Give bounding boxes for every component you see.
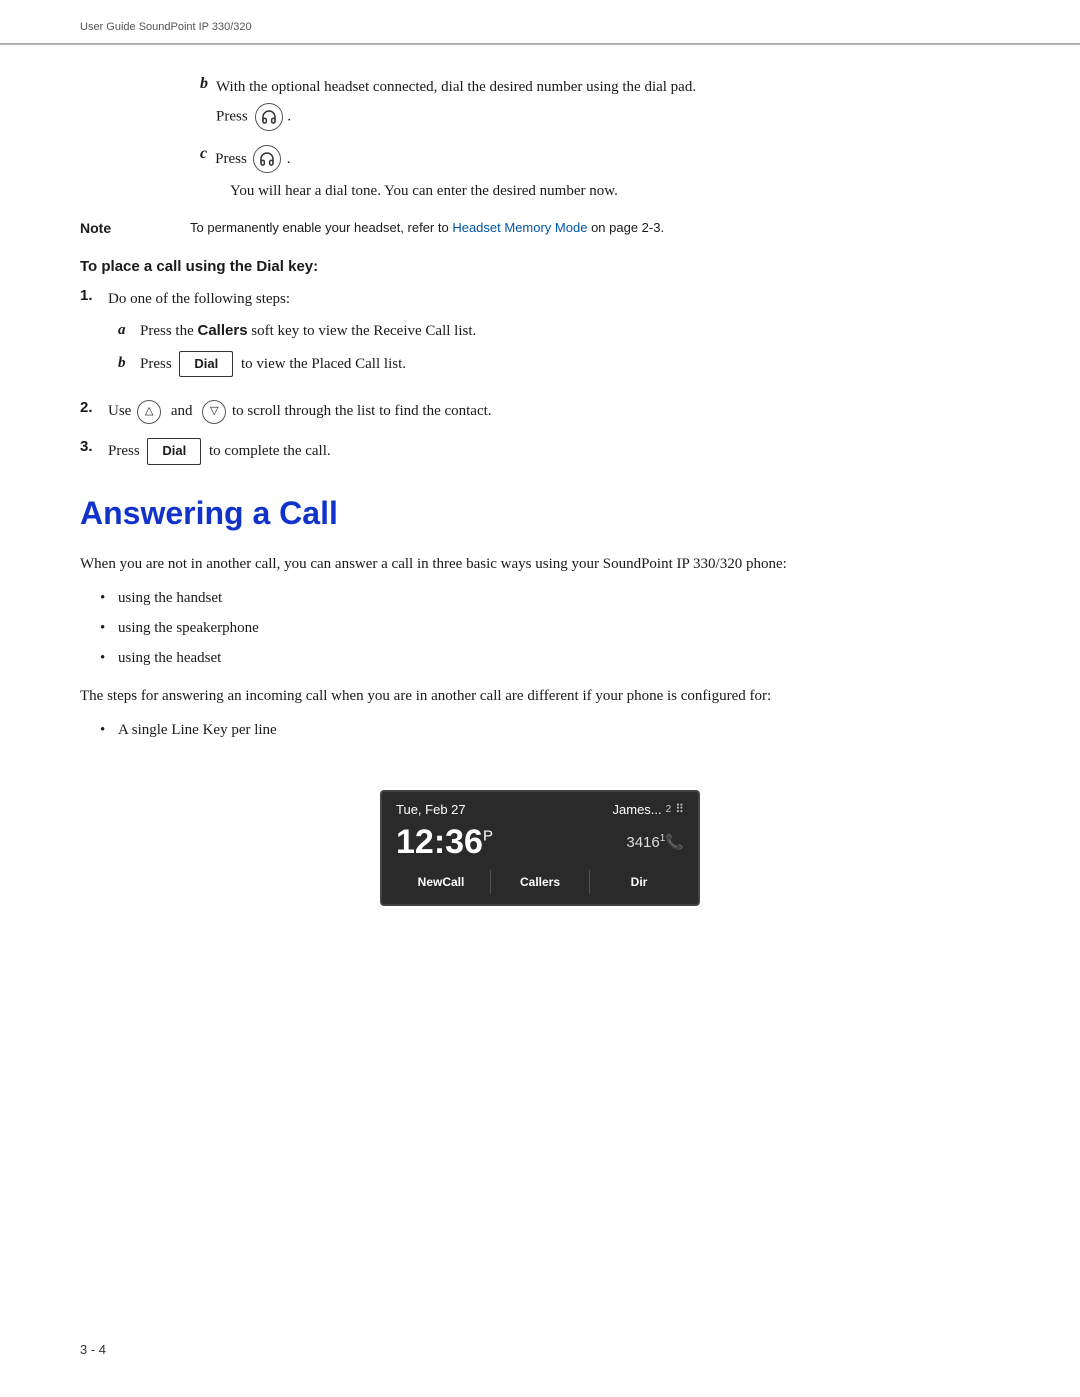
step-b-text: With the optional headset connected, dia… (216, 79, 696, 95)
bullet-list-2: A single Line Key per line (100, 718, 1000, 742)
alpha-content-a: Press the Callers soft key to view the R… (140, 319, 1000, 343)
step-body-3: Press Dial to complete the call. (108, 438, 1000, 465)
note-text-before: To permanently enable your headset, refe… (190, 220, 452, 235)
display-name: James... (613, 802, 662, 817)
header-bar: User Guide SoundPoint IP 330/320 (0, 0, 1080, 44)
note-row: Note To permanently enable your headset,… (80, 218, 1000, 238)
display-dots: ⠿ (675, 802, 684, 816)
page-container: User Guide SoundPoint IP 330/320 b With … (0, 0, 1080, 1397)
phone-display-wrap: Tue, Feb 27 James... 2 ⠿ 12:36P 34161📞 N… (80, 766, 1000, 906)
display-date: Tue, Feb 27 (396, 802, 466, 817)
step-b-content: With the optional headset connected, dia… (216, 75, 1000, 135)
alpha-label-a: a (118, 322, 140, 339)
and-text: and (171, 403, 193, 419)
headset-memory-mode-link[interactable]: Headset Memory Mode (452, 220, 587, 235)
main-content: b With the optional headset connected, d… (0, 45, 1080, 996)
step-body-1: Do one of the following steps: a Press t… (108, 287, 1000, 386)
bullet-item-speakerphone: using the speakerphone (100, 616, 1000, 640)
step-body-2: Use △ and ▽ to scroll through the list t… (108, 399, 1000, 424)
note-label: Note (80, 218, 170, 236)
bullet-list-1: using the handset using the speakerphone… (100, 586, 1000, 670)
display-name-area: James... 2 ⠿ (613, 802, 684, 817)
dial-key-subheading: To place a call using the Dial key: (80, 258, 1000, 275)
display-top-row: Tue, Feb 27 James... 2 ⠿ (392, 800, 688, 819)
steps-text: The steps for answering an incoming call… (80, 684, 1000, 708)
alpha-content-b: Press Dial to view the Placed Call list. (140, 351, 1000, 378)
display-name-super: 2 (666, 804, 672, 815)
numbered-step-1: 1. Do one of the following steps: a Pres… (80, 287, 1000, 386)
step-1-text: Do one of the following steps: (108, 287, 1000, 311)
phone-display: Tue, Feb 27 James... 2 ⠿ 12:36P 34161📞 N… (380, 790, 700, 906)
softkey-dir[interactable]: Dir (590, 870, 688, 894)
page-footer: 3 - 4 (80, 1342, 106, 1357)
step-num-1: 1. (80, 287, 108, 304)
step-b-letter: b (200, 75, 208, 93)
softkey-callers[interactable]: Callers (491, 870, 590, 894)
display-time: 12:36P (396, 823, 493, 862)
headset-icon-b (255, 103, 283, 131)
step-num-3: 3. (80, 438, 108, 455)
dial-button-placed: Dial (179, 351, 233, 378)
display-softkeys: NewCall Callers Dir (392, 870, 688, 894)
step-c-press-label: Press (215, 147, 247, 171)
step-b-block: b With the optional headset connected, d… (200, 75, 1000, 200)
display-ext: 34161📞 (626, 833, 684, 851)
step-b-period: . (287, 108, 291, 124)
step-b-press-label: Press (216, 108, 251, 124)
note-text: To permanently enable your headset, refe… (190, 218, 1000, 238)
step-c-row: c Press . (200, 145, 1000, 173)
step-c-press-inline: Press . (215, 145, 290, 173)
dial-button-complete: Dial (147, 438, 201, 465)
note-text-after: on page 2-3. (587, 220, 664, 235)
step-c-letter: c (200, 145, 207, 163)
alpha-label-b: b (118, 355, 140, 372)
step-c-period: . (287, 147, 291, 171)
bullet-item-line-key: A single Line Key per line (100, 718, 1000, 742)
callers-bold: Callers (198, 322, 248, 339)
bullet-item-headset: using the headset (100, 646, 1000, 670)
section-title: Answering a Call (80, 495, 1000, 532)
header-label: User Guide SoundPoint IP 330/320 (80, 21, 252, 33)
display-time-row: 12:36P 34161📞 (392, 821, 688, 864)
display-ext-super: 1 (660, 833, 666, 844)
display-pm: P (483, 827, 493, 844)
headset-icon-c (253, 145, 281, 173)
page-number: 3 - 4 (80, 1342, 106, 1357)
alpha-step-a: a Press the Callers soft key to view the… (118, 319, 1000, 343)
down-arrow-icon: ▽ (202, 400, 226, 424)
step-num-2: 2. (80, 399, 108, 416)
softkey-newcall[interactable]: NewCall (392, 870, 491, 894)
step-b-press-row: Press . (216, 103, 1000, 131)
intro-text: When you are not in another call, you ca… (80, 552, 1000, 576)
step-c-content: Press . (215, 145, 1000, 173)
step-b-row: b With the optional headset connected, d… (200, 75, 1000, 135)
bullet-item-handset: using the handset (100, 586, 1000, 610)
numbered-step-2: 2. Use △ and ▽ to scroll through the lis… (80, 399, 1000, 424)
numbered-step-3: 3. Press Dial to complete the call. (80, 438, 1000, 465)
you-will-text: You will hear a dial tone. You can enter… (230, 183, 1000, 200)
up-arrow-icon: △ (137, 400, 161, 424)
alpha-step-b: b Press Dial to view the Placed Call lis… (118, 351, 1000, 378)
